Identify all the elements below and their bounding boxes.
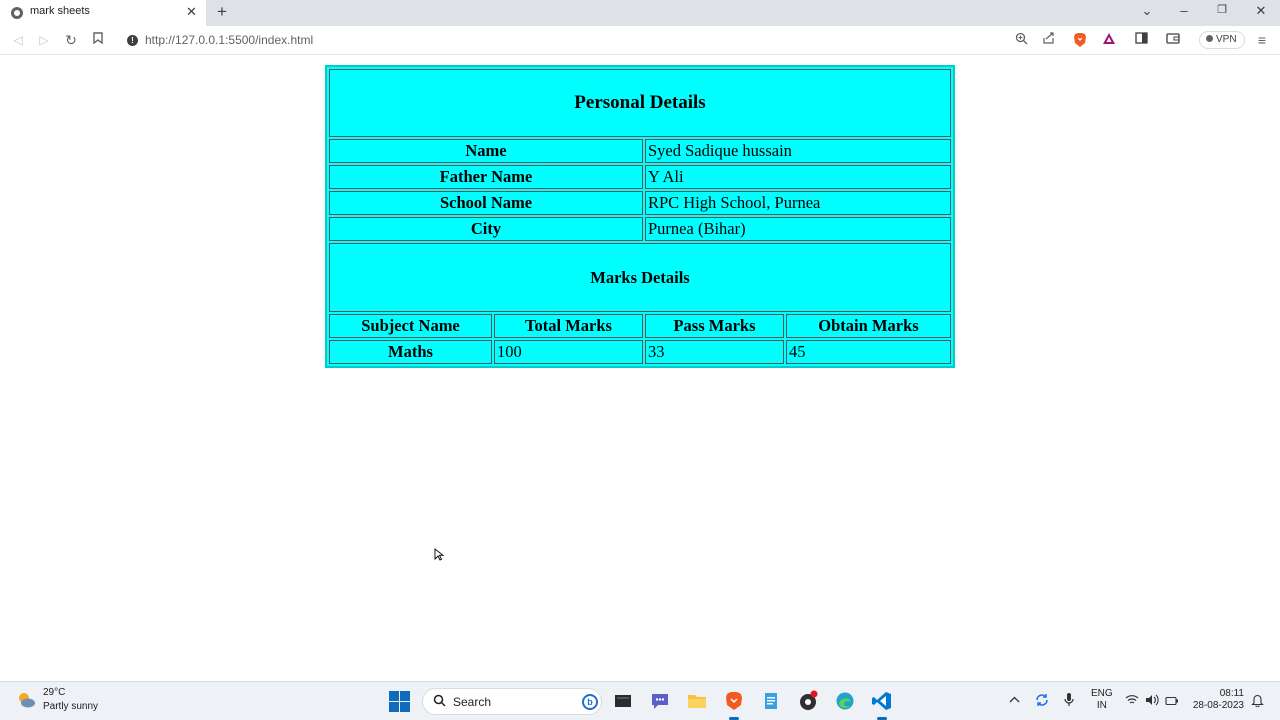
personal-details-heading: Personal Details [329, 69, 951, 137]
field-value: Syed Sadique hussain [645, 139, 951, 163]
file-explorer-dark-icon[interactable] [612, 690, 634, 712]
weather-temperature[interactable]: 29°C [43, 687, 65, 698]
field-label: City [329, 217, 643, 241]
field-value: Y Ali [645, 165, 951, 189]
column-header: Obtain Marks [786, 314, 951, 338]
table-header-row: Subject Name Total Marks Pass Marks Obta… [329, 314, 951, 338]
close-window-button[interactable]: ✕ [1251, 3, 1271, 19]
wifi-icon[interactable] [1125, 694, 1139, 708]
mark-sheet-table: Personal Details Name Syed Sadique hussa… [325, 65, 955, 368]
search-icon [433, 694, 446, 710]
site-info-icon[interactable]: ! [127, 35, 138, 46]
weather-description[interactable]: Partly sunny [43, 701, 98, 712]
back-button[interactable]: ◁ [9, 31, 27, 49]
zoom-icon[interactable] [1013, 32, 1029, 48]
battery-icon[interactable] [1165, 695, 1179, 709]
column-header: Pass Marks [645, 314, 784, 338]
field-value: RPC High School, Purnea [645, 191, 951, 215]
table-row: School Name RPC High School, Purnea [329, 191, 951, 215]
language-code: ENG [1091, 688, 1113, 699]
pass-marks-cell: 33 [645, 340, 784, 364]
notification-bell-icon[interactable] [1251, 693, 1264, 710]
total-marks-cell: 100 [494, 340, 643, 364]
table-row: Name Syed Sadique hussain [329, 139, 951, 163]
sync-icon[interactable] [1034, 692, 1050, 711]
partly-sunny-icon[interactable] [16, 690, 36, 710]
bookmark-icon[interactable] [89, 31, 107, 49]
marks-details-heading: Marks Details [329, 243, 951, 312]
brave-shield-icon[interactable] [1072, 32, 1088, 48]
url-text[interactable]: http://127.0.0.1:5500/index.html [145, 33, 313, 47]
teams-chat-icon[interactable] [649, 690, 671, 712]
bing-icon[interactable]: b [582, 694, 598, 710]
table-row: City Purnea (Bihar) [329, 217, 951, 241]
taskbar-search[interactable]: Search b [422, 688, 602, 715]
tab-strip: mark sheets ✕ + ⌄ – ❐ ✕ [0, 0, 1280, 26]
page-viewport: Personal Details Name Syed Sadique hussa… [0, 56, 1280, 681]
volume-icon[interactable] [1145, 694, 1159, 709]
obtain-marks-cell: 45 [786, 340, 951, 364]
search-label: Search [453, 695, 492, 709]
column-header: Subject Name [329, 314, 492, 338]
language-region: IN [1096, 700, 1107, 711]
column-header: Total Marks [494, 314, 643, 338]
new-tab-button[interactable]: + [213, 2, 231, 22]
mouse-cursor-icon [434, 548, 444, 561]
menu-icon[interactable]: ≡ [1254, 32, 1270, 48]
notepad-icon[interactable] [760, 690, 782, 712]
share-icon[interactable] [1040, 32, 1056, 48]
vpn-status-icon [1206, 35, 1213, 42]
obs-studio-icon[interactable] [797, 690, 819, 712]
globe-icon [11, 7, 23, 19]
language-indicator[interactable]: ENG IN [1091, 688, 1113, 712]
clock-time: 08:11 [1219, 688, 1244, 699]
minimize-button[interactable]: – [1174, 3, 1194, 18]
windows-start-icon[interactable] [389, 691, 410, 712]
system-clock[interactable]: 08:11 28-08-2023 [1188, 688, 1244, 712]
field-label: Father Name [329, 165, 643, 189]
restore-button[interactable]: ❐ [1212, 3, 1232, 16]
folder-icon[interactable] [686, 690, 708, 712]
clock-date: 28-08-2023 [1192, 700, 1244, 711]
vpn-button[interactable]: VPN [1199, 31, 1245, 49]
vpn-label: VPN [1216, 34, 1237, 45]
address-bar[interactable]: ! http://127.0.0.1:5500/index.html [118, 29, 1192, 52]
field-value: Purnea (Bihar) [645, 217, 951, 241]
forward-button[interactable]: ▷ [35, 31, 53, 49]
tab-title: mark sheets [30, 5, 90, 17]
reload-button[interactable]: ↻ [62, 31, 80, 49]
microphone-icon[interactable] [1063, 692, 1075, 711]
taskbar: 29°C Partly sunny Search b ENG IN 08:11 … [0, 681, 1280, 720]
tab-close-icon[interactable]: ✕ [186, 4, 197, 20]
brave-rewards-icon[interactable] [1101, 32, 1117, 48]
table-row: Father Name Y Ali [329, 165, 951, 189]
edge-browser-icon[interactable] [834, 690, 856, 712]
browser-toolbar: ◁ ▷ ↻ ! http://127.0.0.1:5500/index.html… [0, 26, 1280, 55]
field-label: Name [329, 139, 643, 163]
table-row: Maths 100 33 45 [329, 340, 951, 364]
tab-search-chevron-icon[interactable]: ⌄ [1137, 3, 1157, 19]
subject-cell: Maths [329, 340, 492, 364]
show-hidden-icons-chevron[interactable] [1009, 693, 1020, 707]
sidebar-icon[interactable] [1133, 32, 1149, 48]
browser-tab[interactable]: mark sheets ✕ [0, 0, 206, 26]
wallet-icon[interactable] [1165, 32, 1181, 48]
vscode-icon[interactable] [871, 690, 893, 720]
brave-browser-icon[interactable] [723, 690, 745, 720]
field-label: School Name [329, 191, 643, 215]
